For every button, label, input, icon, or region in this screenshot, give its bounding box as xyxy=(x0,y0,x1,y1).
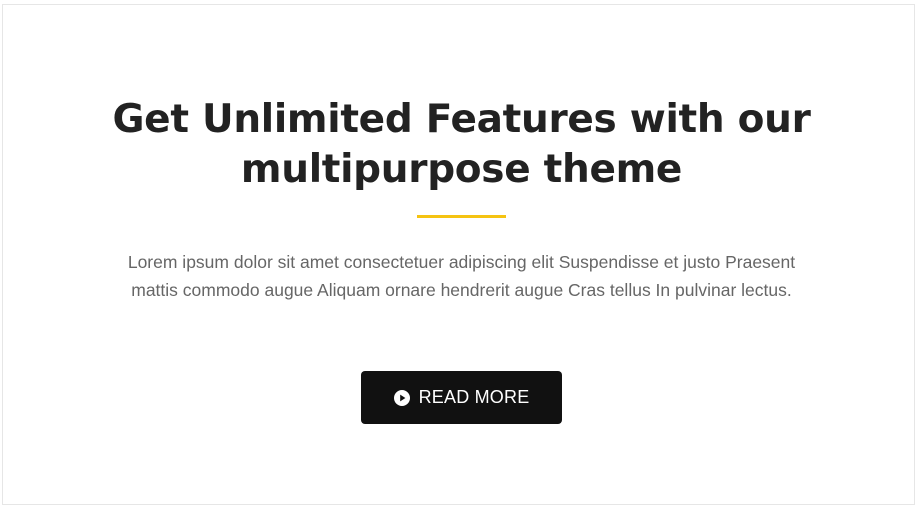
section-title-line-2: multipurpose theme xyxy=(240,147,683,192)
section-title-line-1: Get Unlimited Features with our xyxy=(112,97,811,142)
description-line-2: mattis commodo augue Aliquam ornare hend… xyxy=(131,280,792,300)
description-line-1: Lorem ipsum dolor sit amet consectetuer … xyxy=(127,252,796,272)
section-description: Lorem ipsum dolor sit amet consectetuer … xyxy=(3,248,920,304)
read-more-button[interactable]: READ MORE xyxy=(361,371,562,424)
read-more-label: READ MORE xyxy=(418,387,530,407)
play-circle-icon xyxy=(393,389,410,406)
section-title: Get Unlimited Features with our multipur… xyxy=(3,95,920,195)
title-underline-divider xyxy=(417,215,506,218)
feature-section: Get Unlimited Features with our multipur… xyxy=(2,4,915,505)
